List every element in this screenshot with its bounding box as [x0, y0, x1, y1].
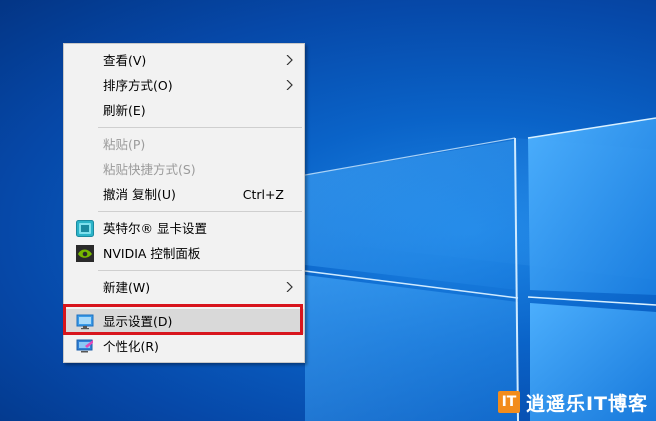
- watermark-text: 逍遥乐IT博客: [525, 392, 648, 415]
- menu-item-label: 撤消 复制(U): [103, 187, 176, 202]
- menu-item-label: 个性化(R): [103, 339, 159, 354]
- menu-item-view[interactable]: 查看(V): [64, 48, 304, 73]
- menu-item-label: 英特尔® 显卡设置: [103, 221, 207, 236]
- menu-separator: [98, 270, 302, 271]
- menu-separator: [98, 127, 302, 128]
- submenu-arrow-icon: [286, 55, 293, 65]
- nvidia-icon: [76, 245, 94, 262]
- personalize-icon: [76, 339, 93, 353]
- site-watermark: IT 逍遥乐IT博客: [497, 389, 648, 415]
- highlight-annotation-box: [63, 304, 303, 335]
- menu-item-label: 排序方式(O): [103, 78, 173, 93]
- menu-item-label: 新建(W): [103, 280, 151, 295]
- menu-item-label: 粘贴快捷方式(S): [103, 162, 196, 177]
- menu-item-paste-shortcut: 粘贴快捷方式(S): [64, 157, 304, 182]
- menu-item-shortcut: Ctrl+Z: [242, 187, 284, 202]
- menu-item-undo-copy[interactable]: 撤消 复制(U) Ctrl+Z: [64, 182, 304, 207]
- menu-item-label: 粘贴(P): [103, 137, 146, 152]
- menu-item-intel-graphics[interactable]: 英特尔® 显卡设置: [64, 216, 304, 241]
- menu-item-label: 刷新(E): [103, 103, 146, 118]
- menu-item-label: NVIDIA 控制面板: [103, 246, 201, 261]
- menu-item-new[interactable]: 新建(W): [64, 275, 304, 300]
- intel-graphics-icon: [76, 220, 94, 237]
- submenu-arrow-icon: [286, 80, 293, 90]
- submenu-arrow-icon: [286, 282, 293, 292]
- menu-item-sort-by[interactable]: 排序方式(O): [64, 73, 304, 98]
- menu-item-nvidia-control-panel[interactable]: NVIDIA 控制面板: [64, 241, 304, 266]
- menu-separator: [98, 211, 302, 212]
- menu-item-paste: 粘贴(P): [64, 132, 304, 157]
- menu-item-personalize[interactable]: 个性化(R): [64, 334, 304, 359]
- watermark-logo-icon: IT: [497, 391, 520, 413]
- menu-item-label: 查看(V): [103, 53, 147, 68]
- menu-item-refresh[interactable]: 刷新(E): [64, 98, 304, 123]
